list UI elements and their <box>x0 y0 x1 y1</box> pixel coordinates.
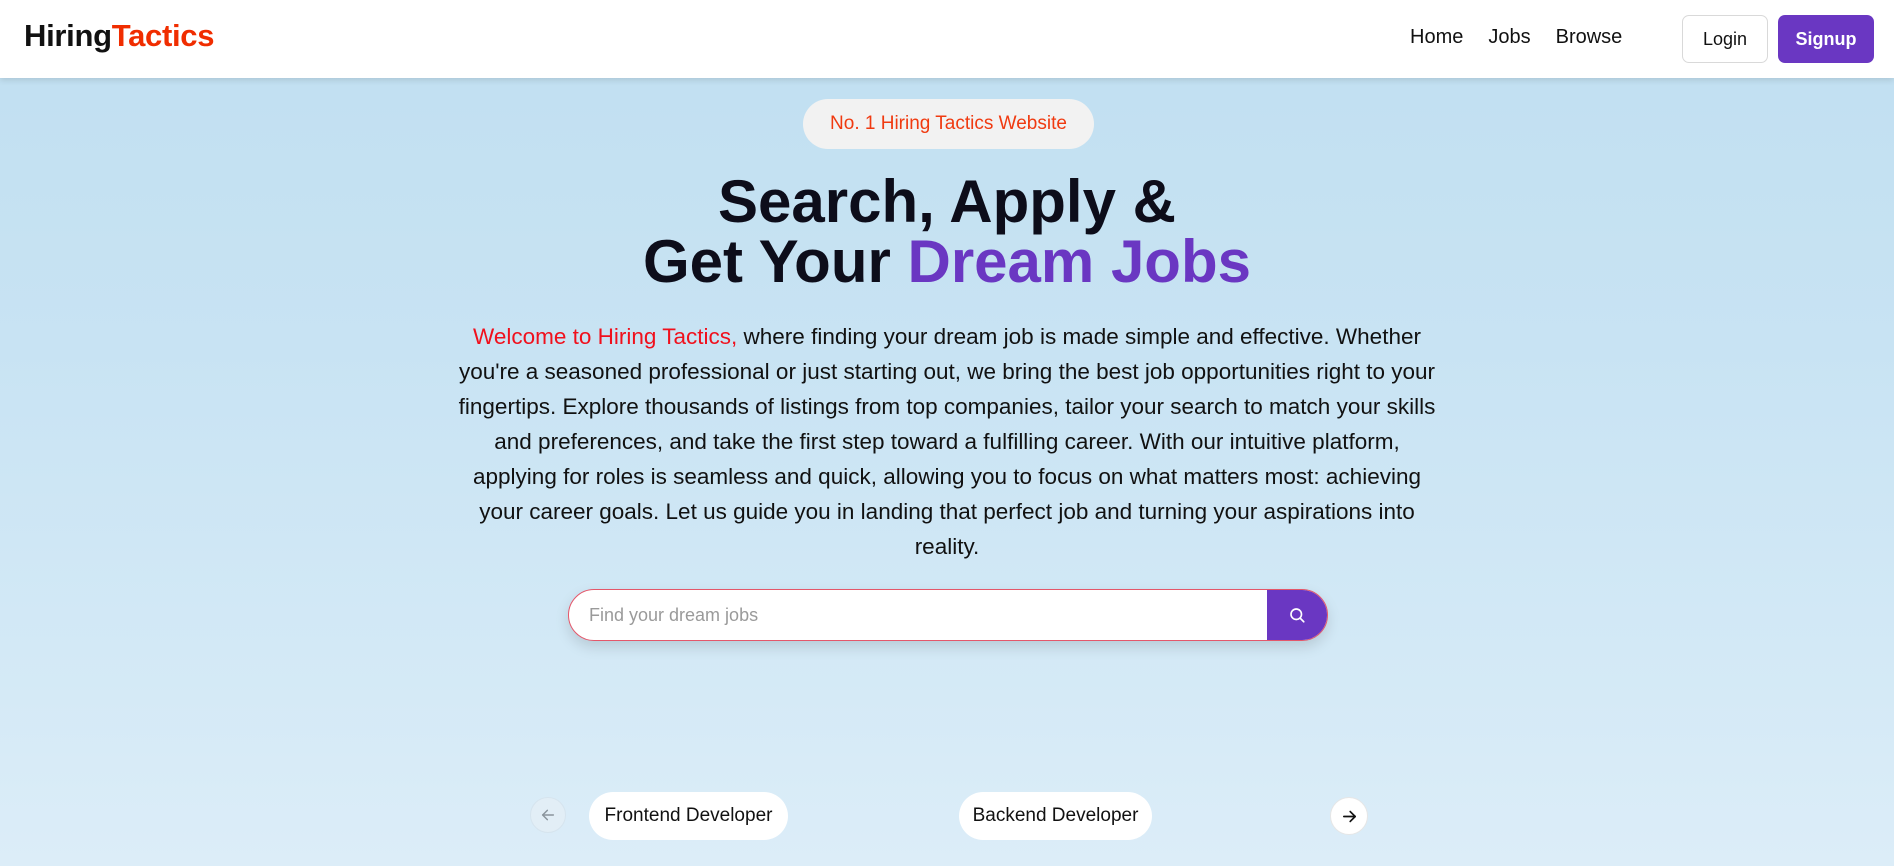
hero-badge: No. 1 Hiring Tactics Website <box>803 99 1094 149</box>
arrow-right-icon <box>1342 810 1356 822</box>
nav-link-jobs[interactable]: Jobs <box>1488 26 1530 49</box>
signup-button[interactable]: Signup <box>1778 15 1874 63</box>
nav-links: Home Jobs Browse <box>1410 26 1622 49</box>
category-chip-frontend-developer[interactable]: Frontend Developer <box>589 792 788 840</box>
hero-intro: Welcome to Hiring Tactics, where finding… <box>452 319 1442 564</box>
headline-accent: Dream Jobs <box>907 228 1251 295</box>
login-button[interactable]: Login <box>1682 15 1768 63</box>
headline-line-2-prefix: Get Your <box>643 228 908 295</box>
brand-name-part2: Tactics <box>111 18 215 53</box>
headline-line-1: Search, Apply & <box>718 168 1176 235</box>
carousel-next-button[interactable] <box>1330 797 1368 835</box>
brand-logo[interactable]: HiringTactics <box>24 18 214 54</box>
search-input[interactable] <box>569 590 1269 640</box>
headline-line-2: Get Your Dream Jobs <box>0 232 1894 292</box>
search-icon <box>1290 608 1305 623</box>
search-button[interactable] <box>1267 590 1327 640</box>
carousel-prev-button[interactable] <box>530 797 566 833</box>
category-chip-backend-developer[interactable]: Backend Developer <box>959 792 1152 840</box>
nav-link-home[interactable]: Home <box>1410 26 1463 49</box>
intro-lead: Welcome to Hiring Tactics, <box>473 324 738 349</box>
brand-name-part1: Hiring <box>24 18 112 53</box>
hero-headline: Search, Apply & Get Your Dream Jobs <box>0 172 1894 292</box>
search-bar <box>568 589 1328 641</box>
navbar: HiringTactics Home Jobs Browse Login Sig… <box>0 0 1894 78</box>
nav-link-browse[interactable]: Browse <box>1556 26 1623 49</box>
arrow-left-icon <box>541 809 555 821</box>
intro-body: where finding your dream job is made sim… <box>458 324 1436 559</box>
